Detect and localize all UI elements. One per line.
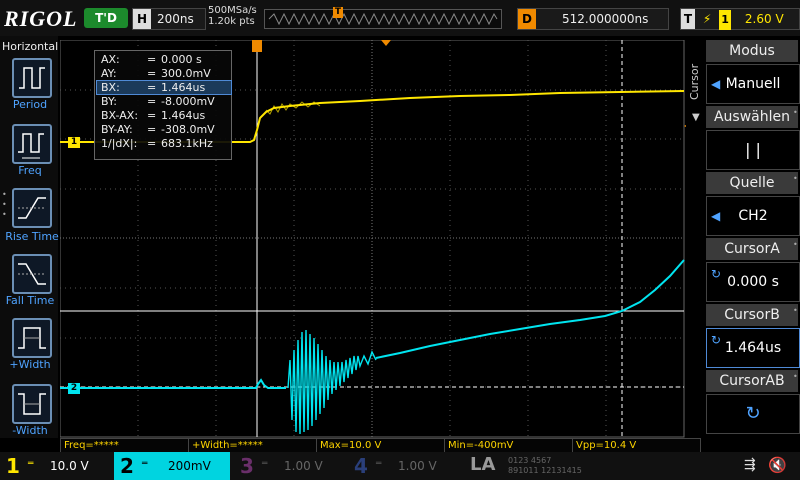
la-channel-grid: 0123 4567 891011 12131415: [508, 456, 582, 475]
mode-select[interactable]: ◀ Manuell: [706, 64, 800, 104]
cursor-b-knob[interactable]: ↻ 1.464us: [706, 328, 800, 368]
negative-width-label: -Width: [12, 424, 48, 437]
left-scroll-dots: • • •: [2, 190, 7, 219]
mode-header: Modus: [706, 40, 798, 62]
dc-coupling-icon: ═: [28, 459, 34, 469]
fall-time-icon: [18, 263, 46, 285]
period-button[interactable]: [12, 58, 52, 98]
rising-edge-icon: ⚡: [702, 12, 712, 26]
memory-overview-strip[interactable]: T: [264, 7, 502, 29]
ch1-marker[interactable]: 1: [68, 137, 80, 148]
meas-positive-width[interactable]: +Width=*****: [188, 438, 317, 453]
cursor-ab-knob[interactable]: ↻: [706, 394, 800, 434]
menu-title-arrow: ▼: [692, 112, 700, 123]
delay-key: D: [518, 9, 536, 29]
positive-width-button[interactable]: [12, 318, 52, 358]
dc-coupling-icon: ═: [262, 459, 268, 469]
meas-min[interactable]: Min=-400mV: [444, 438, 573, 453]
rotate-knob-icon: ↻: [711, 267, 722, 281]
dc-coupling-icon: ═: [142, 459, 148, 469]
top-status-bar: RIGOL T'D H 200ns 500MSa/s 1.20k pts T D 5…: [0, 0, 800, 36]
fall-time-label: Fall Time: [5, 294, 55, 307]
brand-logo: RIGOL: [4, 6, 78, 31]
sample-info: 500MSa/s 1.20k pts: [208, 5, 257, 27]
freq-button[interactable]: [12, 124, 52, 164]
fall-time-button[interactable]: [12, 254, 52, 294]
cursor-row: BY: = -8.000mV: [101, 95, 215, 108]
negative-width-button[interactable]: [12, 384, 52, 424]
positive-width-icon: [18, 327, 46, 349]
system-icons: ⇶ 🔇: [738, 452, 798, 480]
menu-title-vertical: Cursor: [688, 63, 701, 100]
left-arrow-icon: ◀: [711, 209, 721, 223]
meas-max[interactable]: Max=10.0 V: [316, 438, 445, 453]
la-status[interactable]: LA 0123 4567 891011 12131415: [462, 452, 612, 480]
channel-bar: 1 ═ 10.0 V 2 ═ 200mV 3 ═ 1.00 V 4 ═ 1.00…: [0, 452, 800, 480]
meas-freq[interactable]: Freq=*****: [60, 438, 189, 453]
sidebar-title: Horizontal: [2, 40, 59, 53]
dc-coupling-icon: ═: [376, 459, 382, 469]
horizontal-key: H: [133, 9, 151, 29]
sample-rate: 500MSa/s: [208, 5, 257, 16]
negative-width-icon: [18, 393, 46, 415]
positive-width-label: +Width: [9, 358, 51, 371]
ch2-status[interactable]: 2 ═ 200mV: [114, 452, 230, 480]
trigger-status-badge: T'D: [84, 8, 128, 28]
rotate-knob-icon: ↻: [711, 333, 722, 347]
source-header: Quelle: [706, 172, 798, 194]
trigger-position-marker[interactable]: [252, 40, 262, 52]
usb-icon: ⇶: [744, 457, 756, 473]
cursor-row: BY-AY: = -308.0mV: [101, 123, 215, 136]
ch4-status[interactable]: 4 ═ 1.00 V: [350, 452, 460, 480]
select-cursor-button[interactable]: | |: [706, 130, 800, 170]
select-header: Auswählen: [706, 106, 798, 128]
memory-overview-wave: [268, 12, 498, 26]
source-select[interactable]: ◀ CH2: [706, 196, 800, 236]
freq-icon: [18, 133, 44, 159]
cursor-row: AX: = 0.000 s: [101, 53, 202, 66]
trigger-source: 1: [719, 10, 732, 30]
cursor-ab-header: CursorAB: [706, 370, 798, 392]
cursor-row: AY: = 300.0mV: [101, 67, 211, 80]
memory-points: 1.20k pts: [208, 16, 255, 27]
cursor-row: BX-AX: = 1.464us: [101, 109, 206, 122]
speaker-mute-icon: 🔇: [768, 456, 787, 474]
cursor-row-selected: BX: = 1.464us: [96, 80, 232, 95]
trigger-level: 2.60 V: [744, 12, 784, 26]
time-center-marker: [381, 40, 391, 46]
timebase-display[interactable]: H 200ns: [132, 8, 206, 30]
memory-trigger-marker: T: [333, 7, 343, 18]
freq-label: Freq: [18, 164, 42, 177]
period-label: Period: [12, 98, 48, 111]
delay-display[interactable]: D 512.000000ns: [517, 8, 669, 30]
rise-time-button[interactable]: [12, 188, 52, 228]
ch3-status[interactable]: 3 ═ 1.00 V: [234, 452, 346, 480]
rise-time-label: Rise Time: [5, 230, 59, 243]
ch2-marker[interactable]: 2: [68, 383, 80, 394]
timebase-value: 200ns: [157, 12, 194, 26]
scroll-dots: • • • • •: [793, 108, 798, 381]
period-icon: [19, 67, 45, 89]
cursor-a-knob[interactable]: ↻ 0.000 s: [706, 262, 800, 302]
cursor-readout-panel: AX: = 0.000 s AY: = 300.0mV BX: = 1.464us BY: =…: [94, 50, 232, 160]
meas-vpp[interactable]: Vpp=10.4 V: [572, 438, 701, 453]
delay-value: 512.000000ns: [562, 12, 649, 26]
rotate-knob-icon: ↻: [745, 403, 761, 424]
trigger-key: T: [681, 9, 695, 29]
trigger-display[interactable]: T ⚡ 1 2.60 V: [680, 8, 800, 30]
ch1-status[interactable]: 1 ═ 10.0 V: [0, 452, 112, 480]
left-arrow-icon: ◀: [711, 77, 721, 91]
cursor-row: 1/|dX|: = 683.1kHz: [101, 137, 213, 150]
measurement-bar: Freq=***** +Width=***** Max=10.0 V Min=-…: [60, 438, 701, 453]
rise-time-icon: [18, 197, 46, 219]
